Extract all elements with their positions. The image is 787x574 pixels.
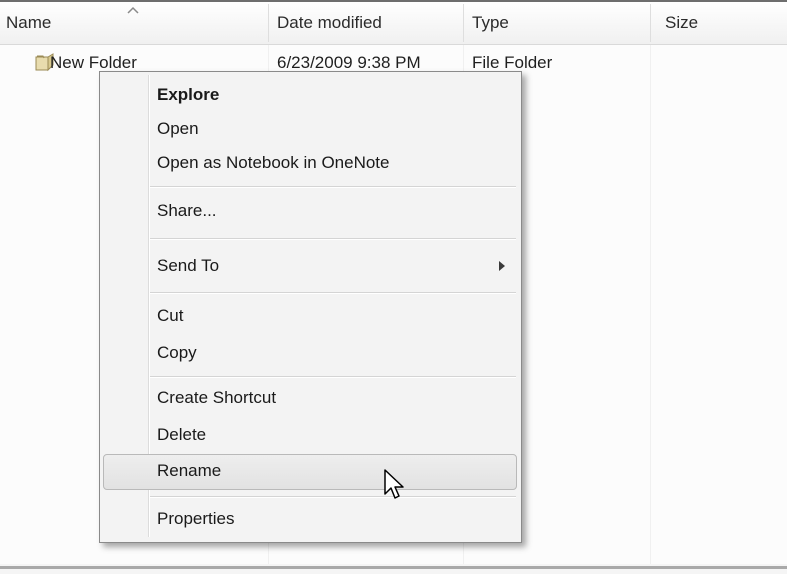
menu-item-send-to[interactable]: Send To bbox=[157, 249, 219, 283]
mouse-pointer-icon bbox=[384, 469, 404, 499]
menu-separator bbox=[150, 497, 516, 498]
column-header-name[interactable]: Name bbox=[6, 2, 51, 44]
column-divider[interactable] bbox=[650, 4, 651, 42]
column-header-size[interactable]: Size bbox=[665, 2, 698, 44]
menu-separator bbox=[150, 377, 516, 378]
window-bottom-border bbox=[0, 566, 787, 569]
column-header-type[interactable]: Type bbox=[472, 2, 509, 44]
menu-item-delete[interactable]: Delete bbox=[157, 418, 206, 452]
menu-item-cut[interactable]: Cut bbox=[157, 299, 183, 333]
menu-item-open[interactable]: Open bbox=[157, 112, 199, 146]
menu-separator bbox=[150, 187, 516, 188]
menu-separator bbox=[150, 293, 516, 294]
menu-item-properties[interactable]: Properties bbox=[157, 502, 234, 536]
context-menu: Explore Open Open as Notebook in OneNote… bbox=[99, 71, 522, 543]
column-divider[interactable] bbox=[268, 4, 269, 42]
column-divider[interactable] bbox=[463, 4, 464, 42]
menu-item-share[interactable]: Share... bbox=[157, 194, 217, 228]
column-header-bar: Name Date modified Type Size bbox=[0, 2, 787, 45]
menu-item-explore[interactable]: Explore bbox=[157, 78, 219, 112]
menu-item-create-shortcut[interactable]: Create Shortcut bbox=[157, 381, 276, 415]
menu-item-copy[interactable]: Copy bbox=[157, 336, 197, 370]
sort-ascending-icon bbox=[127, 6, 139, 14]
column-gridline bbox=[650, 45, 651, 564]
submenu-arrow-icon bbox=[499, 261, 505, 271]
menu-item-open-in-onenote[interactable]: Open as Notebook in OneNote bbox=[157, 146, 389, 180]
column-header-date-modified[interactable]: Date modified bbox=[277, 2, 382, 44]
menu-item-rename[interactable]: Rename bbox=[157, 454, 221, 488]
menu-separator bbox=[150, 239, 516, 240]
